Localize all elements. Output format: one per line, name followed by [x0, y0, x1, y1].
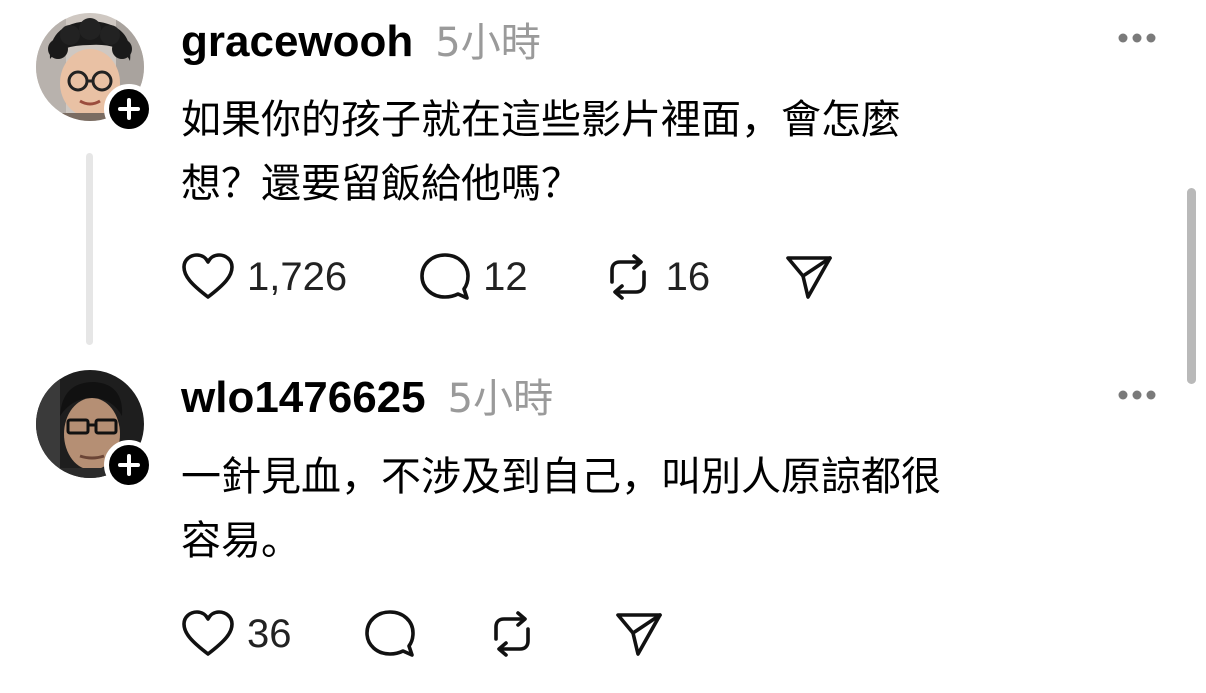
action-bar: 1,726 12 16	[181, 250, 834, 304]
action-bar: 36	[181, 607, 664, 661]
like-count: 1,726	[247, 254, 348, 299]
repost-count: 16	[665, 254, 711, 299]
reply-post-2: wlo1476625 5小時 一針見血，不涉及到自己，叫別人原諒都很 容易。 3…	[0, 350, 1206, 693]
post-text: 一針見血，不涉及到自己，叫別人原諒都很 容易。	[181, 445, 1171, 573]
plus-icon	[118, 454, 140, 476]
post-text-line: 想？還要留飯給他嗎？	[181, 161, 581, 207]
timestamp: 5小時	[447, 376, 554, 422]
repost-button[interactable]	[486, 609, 538, 659]
post-text-line: 如果你的孩子就在這些影片裡面，會怎麼	[181, 97, 901, 143]
timestamp: 5小時	[435, 20, 541, 66]
username[interactable]: gracewooh	[181, 17, 413, 67]
share-button[interactable]	[784, 253, 834, 301]
reply-button[interactable]	[364, 609, 416, 659]
follow-button[interactable]	[104, 84, 154, 134]
thread-line	[86, 153, 93, 345]
more-button[interactable]	[1114, 385, 1160, 405]
send-paper-plane-icon	[615, 613, 662, 656]
more-dots-icon	[1118, 33, 1156, 43]
follow-button[interactable]	[104, 440, 154, 490]
post-header: wlo1476625 5小時	[181, 366, 553, 426]
reply-post-1: gracewooh 5小時 如果你的孩子就在這些影片裡面，會怎麼 想？還要留飯給…	[0, 0, 1206, 350]
share-button[interactable]	[614, 610, 664, 658]
scrollbar[interactable]	[1187, 188, 1196, 384]
comment-bubble-icon	[420, 253, 470, 300]
more-button[interactable]	[1114, 28, 1160, 48]
reply-count: 12	[483, 254, 528, 299]
post-text: 如果你的孩子就在這些影片裡面，會怎麼 想？還要留飯給他嗎？	[181, 88, 1171, 216]
like-button[interactable]: 1,726	[181, 253, 347, 301]
like-count: 36	[247, 611, 292, 656]
post-text-line: 一針見血，不涉及到自己，叫別人原諒都很	[181, 454, 941, 500]
repost-arrows-icon	[493, 611, 530, 657]
threads-replies-screen: gracewooh 5小時 如果你的孩子就在這些影片裡面，會怎麼 想？還要留飯給…	[0, 0, 1206, 693]
send-paper-plane-icon	[786, 256, 832, 299]
post-header: gracewooh 5小時	[181, 10, 541, 70]
more-dots-icon	[1118, 390, 1156, 400]
like-button[interactable]: 36	[181, 610, 292, 658]
repost-button[interactable]: 16	[602, 252, 711, 302]
post-text-line: 容易。	[181, 518, 301, 564]
heart-icon	[182, 253, 234, 299]
reply-button[interactable]: 12	[419, 252, 528, 302]
heart-icon	[182, 610, 234, 656]
comment-bubble-icon	[364, 610, 415, 657]
username[interactable]: wlo1476625	[181, 373, 426, 423]
plus-icon	[118, 98, 140, 120]
repost-arrows-icon	[609, 254, 646, 300]
